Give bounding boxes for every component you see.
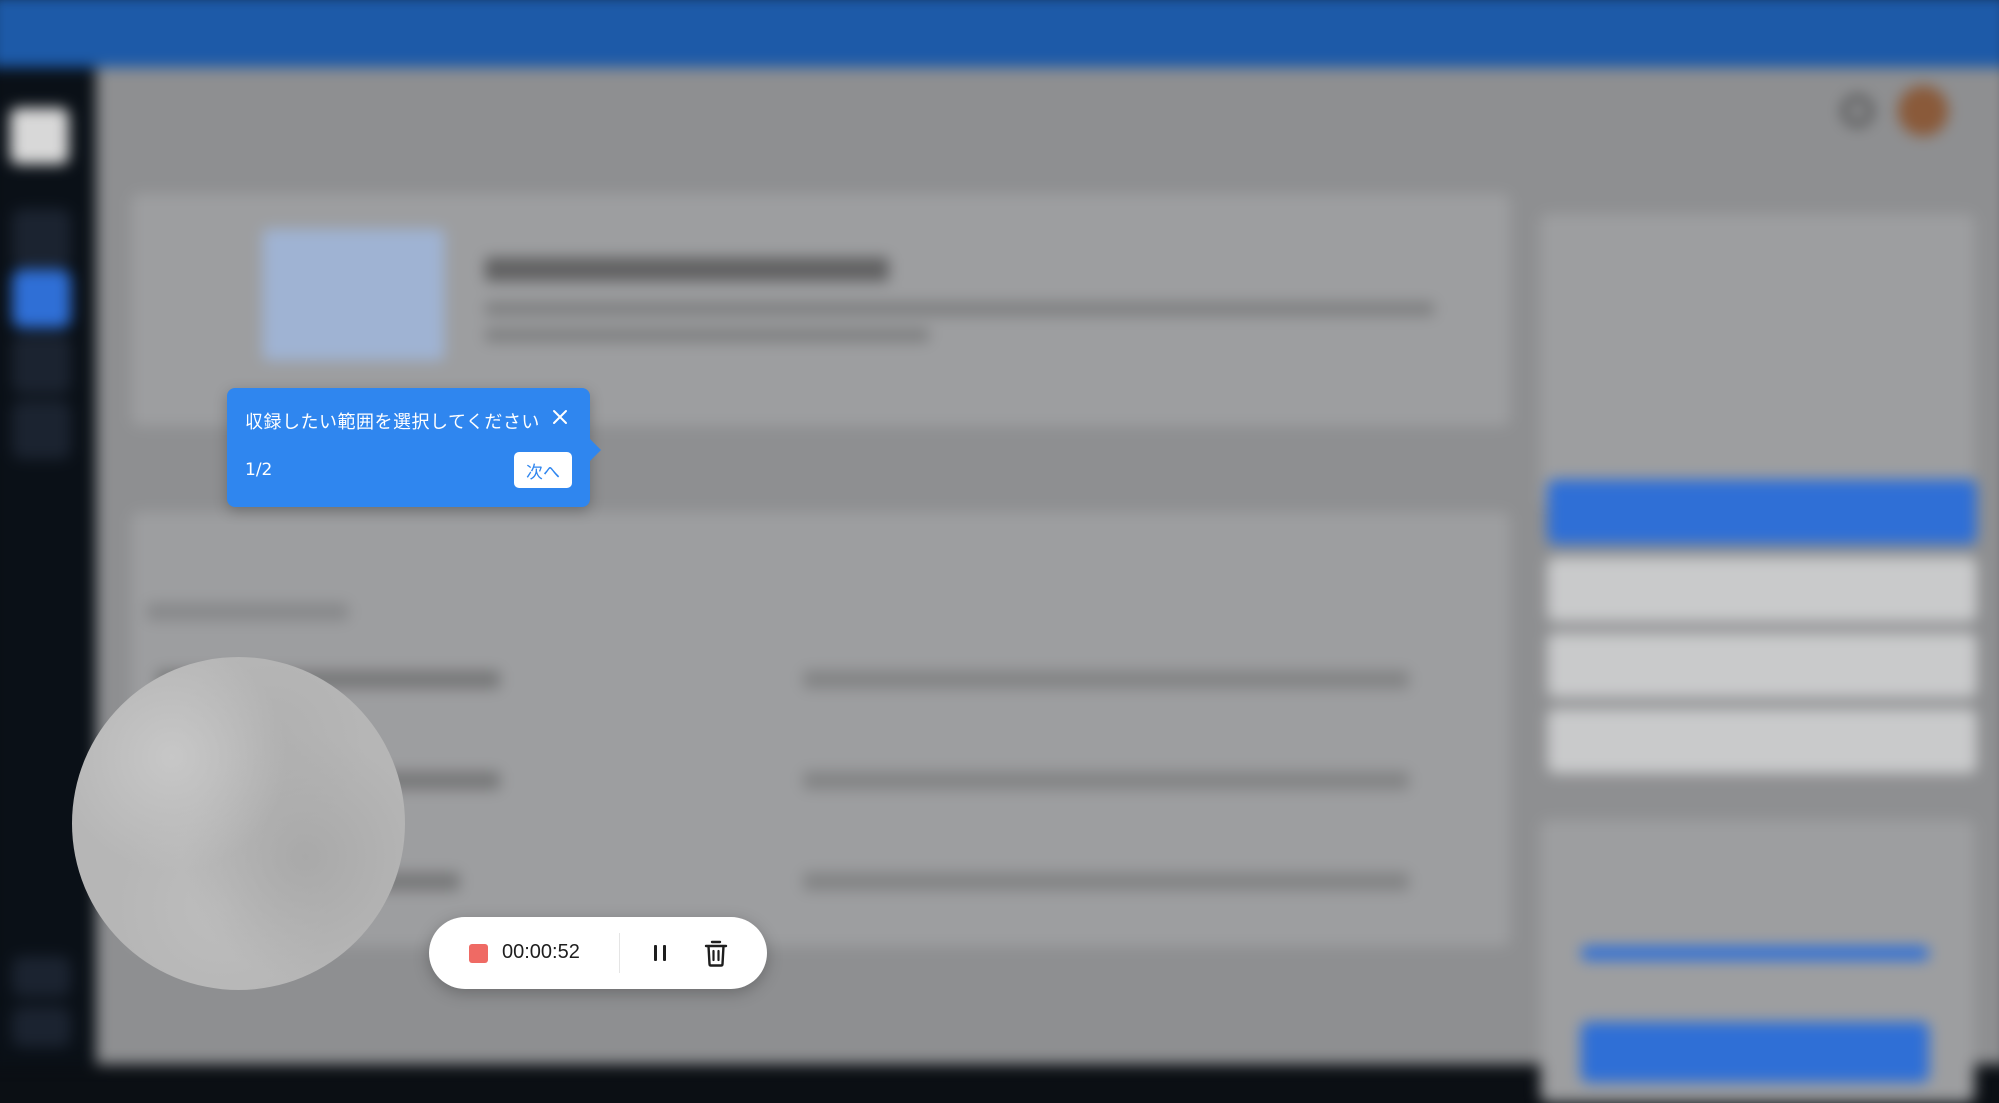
main-content	[96, 67, 1999, 1064]
usage-bar-blurred	[1581, 946, 1929, 960]
side-button-blurred	[1547, 709, 1976, 774]
pause-icon[interactable]	[646, 939, 674, 967]
settings-icon-blurred	[1842, 96, 1872, 126]
app-logo	[10, 108, 69, 165]
banner-illustration	[263, 229, 445, 360]
controls-divider	[619, 933, 620, 973]
recording-timer: 00:00:52	[502, 941, 580, 964]
table-header-blurred	[147, 603, 349, 621]
sidebar-nav-bottom	[12, 1007, 71, 1047]
trash-icon[interactable]	[702, 938, 730, 968]
avatar-blurred	[1898, 86, 1949, 136]
banner-text-blurred	[485, 302, 1434, 316]
tooltip-message: 収録したい範囲を選択してください	[245, 408, 540, 434]
onboarding-tooltip: 収録したい範囲を選択してください 1/2 次へ	[227, 388, 590, 507]
tooltip-step-counter: 1/2	[245, 460, 272, 480]
sidebar-nav-bottom	[12, 956, 71, 996]
upgrade-button-blurred	[1581, 1022, 1929, 1083]
sidebar-nav-item	[12, 401, 71, 460]
side-panel-blurred	[1540, 214, 1974, 507]
table-row-blurred	[803, 872, 1409, 890]
sidebar-nav-active	[12, 269, 71, 328]
sidebar-nav-item	[12, 335, 71, 394]
sidebar	[0, 67, 96, 1064]
banner-text-blurred	[485, 328, 929, 342]
side-button-blurred	[1547, 633, 1976, 698]
tooltip-next-button[interactable]: 次へ	[514, 452, 572, 488]
announcement-bar	[0, 0, 1999, 67]
table-row-blurred	[803, 670, 1409, 688]
recording-controls: 00:00:52	[429, 917, 767, 989]
sidebar-nav-home	[12, 209, 71, 268]
primary-button-blurred	[1547, 480, 1976, 545]
side-button-blurred	[1547, 557, 1976, 622]
close-icon[interactable]	[548, 405, 572, 429]
stop-icon[interactable]	[469, 944, 488, 963]
table-row-blurred	[803, 771, 1409, 789]
webcam-preview[interactable]	[72, 657, 405, 990]
banner-title-blurred	[485, 257, 889, 281]
